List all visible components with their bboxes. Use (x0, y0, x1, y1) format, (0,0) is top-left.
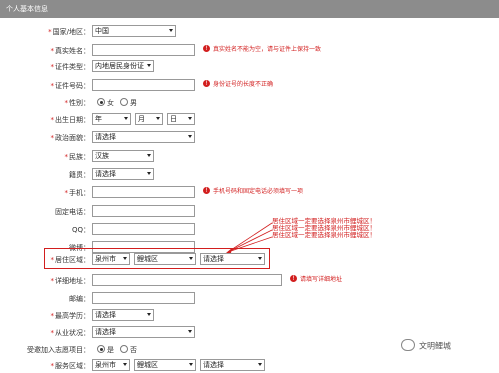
employment-select[interactable]: 请选择 (92, 326, 195, 338)
label-residence: *居住区域： (50, 256, 91, 264)
label-id-type: *证件类型： (50, 63, 91, 71)
chevron-down-icon (258, 363, 262, 366)
chevron-down-icon (147, 313, 151, 316)
residence-district-select[interactable]: 鲤城区 (134, 253, 196, 265)
address-input[interactable] (92, 274, 282, 286)
gender-radio-female[interactable]: 女 (97, 97, 114, 109)
row-service-area: *服务区域： 泉州市 鲤城区 请选择 (0, 359, 499, 373)
exclamation-circle-icon: ! (203, 45, 210, 52)
row-name: *真实姓名： ! 真实姓名不能为空，请与证件上保持一致 (0, 44, 499, 58)
label-address: *详细地址： (50, 277, 91, 285)
label-service-area: *服务区域： (50, 362, 91, 370)
id-number-error: ! 身份证号的长度不正确 (203, 80, 273, 90)
exclamation-circle-icon: ! (203, 80, 210, 87)
label-qq: QQ： (71, 226, 90, 234)
wechat-logo-icon (401, 339, 415, 351)
politics-select[interactable]: 请选择 (92, 131, 195, 143)
chevron-down-icon (189, 363, 193, 366)
chevron-down-icon (147, 64, 151, 67)
annotation-line: 居住区域一定要选择泉州市鲤城区！ (272, 231, 376, 239)
chevron-down-icon (156, 117, 160, 120)
label-politics: *政治面貌： (50, 134, 91, 142)
label-mobile: *手机： (64, 189, 91, 197)
row-employment: *从业状况： 请选择 (0, 326, 499, 340)
phone-input[interactable] (92, 205, 195, 217)
row-id-number: *证件号码： ! 身份证号的长度不正确 (0, 79, 499, 93)
mobile-error: ! 手机号码和固定电话必须填写一项 (203, 187, 303, 197)
chevron-down-icon (188, 117, 192, 120)
section-header: 个人基本信息 (0, 0, 499, 18)
address-error: ! 请填写详细地址 (290, 275, 342, 285)
chevron-down-icon (258, 257, 262, 260)
ethnicity-select[interactable]: 汉族 (92, 150, 154, 162)
id-number-input[interactable] (92, 79, 195, 91)
row-postcode: 邮编： (0, 292, 499, 306)
name-error: ! 真实姓名不能为空，请与证件上保持一致 (203, 45, 321, 55)
qq-input[interactable] (92, 223, 195, 235)
section-title: 个人基本信息 (6, 5, 48, 13)
label-id-number: *证件号码： (50, 82, 91, 90)
label-phone: 固定电话： (55, 208, 90, 216)
row-birth: *出生日期： 年 月 日 (0, 113, 499, 127)
label-education: *最高学历： (50, 312, 91, 320)
row-address: *详细地址： ! 请填写详细地址 (0, 274, 499, 288)
education-select[interactable]: 请选择 (92, 309, 154, 321)
chevron-down-icon (188, 135, 192, 138)
service-city-select[interactable]: 泉州市 (92, 359, 130, 371)
chevron-down-icon (123, 257, 127, 260)
service-district-select[interactable]: 鲤城区 (134, 359, 196, 371)
residence-city-select[interactable]: 泉州市 (92, 253, 130, 265)
chevron-down-icon (147, 154, 151, 157)
name-input[interactable] (92, 44, 195, 56)
row-id-type: *证件类型： 内地居民身份证 (0, 60, 499, 74)
label-name: *真实姓名： (50, 47, 91, 55)
row-politics: *政治面貌： 请选择 (0, 131, 499, 145)
gender-radio-male[interactable]: 男 (120, 97, 137, 109)
label-birth: *出生日期： (50, 116, 91, 124)
native-place-select[interactable]: 请选择 (92, 168, 154, 180)
row-gender: *性别： 女 男 (0, 96, 499, 110)
row-residence: *居住区域： 泉州市 鲤城区 请选择 (0, 253, 499, 267)
row-phone: 固定电话： (0, 205, 499, 219)
label-gender: *性别： (64, 99, 91, 107)
joined-radio-yes[interactable]: 是 (97, 344, 114, 356)
label-native-place: 籍贯： (69, 171, 90, 179)
chevron-down-icon (124, 117, 128, 120)
row-education: *最高学历： 请选择 (0, 309, 499, 323)
exclamation-circle-icon: ! (290, 275, 297, 282)
row-qq: QQ： (0, 223, 499, 237)
label-country: *国家/地区： (48, 28, 90, 36)
joined-radio-no[interactable]: 否 (120, 344, 137, 356)
annotation-note: 居住区域一定要选择泉州市鲤城区！ 居住区域一定要选择泉州市鲤城区！ 居住区域一定… (272, 218, 392, 239)
watermark: 文明鲤城 (401, 339, 451, 353)
country-select[interactable]: 中国 (92, 25, 176, 37)
exclamation-circle-icon: ! (203, 187, 210, 194)
label-employment: *从业状况： (50, 329, 91, 337)
chevron-down-icon (189, 257, 193, 260)
postcode-input[interactable] (92, 292, 195, 304)
label-postcode: 邮编： (69, 295, 90, 303)
chevron-down-icon (188, 330, 192, 333)
mobile-input[interactable] (92, 186, 195, 198)
chevron-down-icon (147, 172, 151, 175)
chevron-down-icon (123, 363, 127, 366)
row-native-place: 籍贯： 请选择 (0, 168, 499, 182)
birth-month-select[interactable]: 月 (135, 113, 163, 125)
service-street-select[interactable]: 请选择 (200, 359, 265, 371)
row-country: *国家/地区： 中国 (0, 25, 499, 39)
label-joined: 受邀加入志愿项目： (27, 346, 90, 354)
birth-day-select[interactable]: 日 (167, 113, 195, 125)
birth-year-select[interactable]: 年 (92, 113, 131, 125)
row-ethnicity: *民族： 汉族 (0, 150, 499, 164)
id-type-select[interactable]: 内地居民身份证 (92, 60, 154, 72)
row-mobile: *手机： ! 手机号码和固定电话必须填写一项 (0, 186, 499, 200)
residence-street-select[interactable]: 请选择 (200, 253, 265, 265)
chevron-down-icon (169, 29, 173, 32)
label-ethnicity: *民族： (64, 153, 91, 161)
